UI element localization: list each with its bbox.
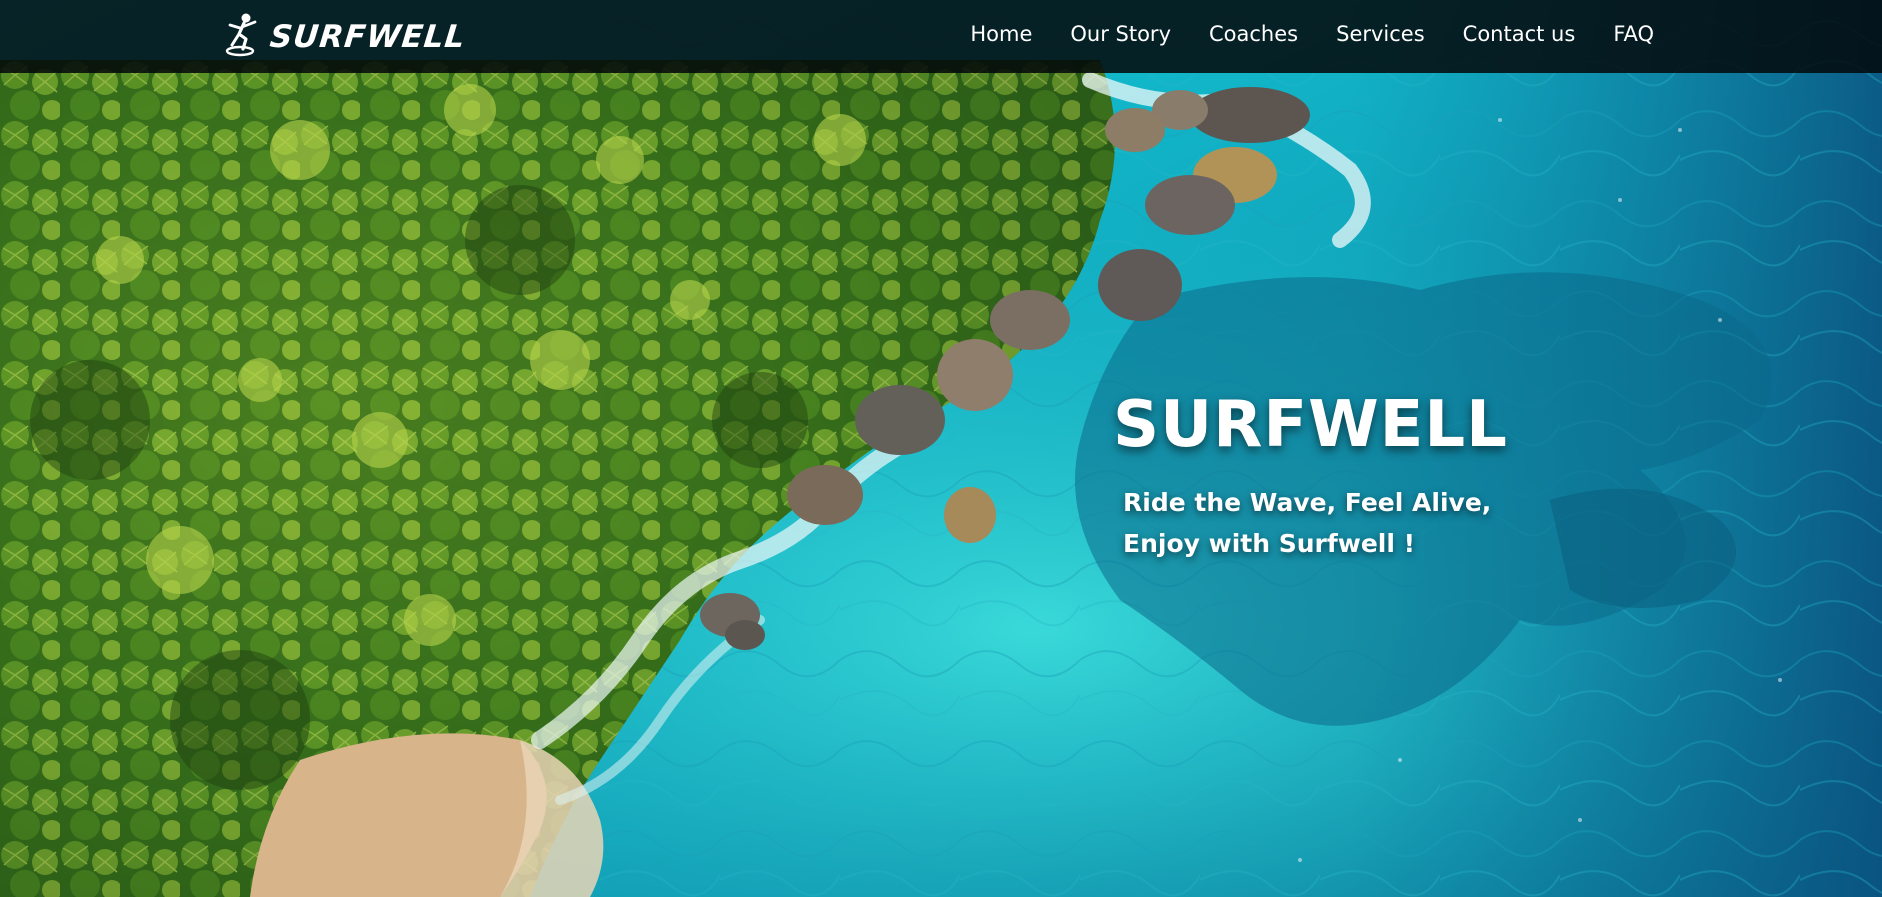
nav-home[interactable]: Home (951, 19, 1051, 49)
nav-coaches[interactable]: Coaches (1190, 19, 1317, 49)
hero-background-image (0, 0, 1882, 897)
hero-tagline: Ride the Wave, Feel Alive, Enjoy with Su… (1123, 482, 1491, 564)
hero-title: SURFWELL (1113, 388, 1508, 462)
logo-text: SURFWELL (268, 19, 468, 55)
nav-faq[interactable]: FAQ (1594, 19, 1654, 49)
main-nav: Home Our Story Coaches Services Contact … (951, 19, 1654, 49)
surfer-icon (222, 12, 264, 62)
nav-services[interactable]: Services (1317, 19, 1444, 49)
top-navbar: SURFWELL Home Our Story Coaches Services… (0, 0, 1882, 73)
nav-contact-us[interactable]: Contact us (1444, 19, 1595, 49)
surfwell-landing-page: SURFWELL Home Our Story Coaches Services… (0, 0, 1882, 897)
hero-tagline-line-1: Ride the Wave, Feel Alive, (1123, 488, 1492, 517)
nav-our-story[interactable]: Our Story (1051, 19, 1190, 49)
logo-link[interactable]: SURFWELL (222, 12, 468, 62)
hero-tagline-line-2: Enjoy with Surfwell ! (1123, 529, 1416, 558)
